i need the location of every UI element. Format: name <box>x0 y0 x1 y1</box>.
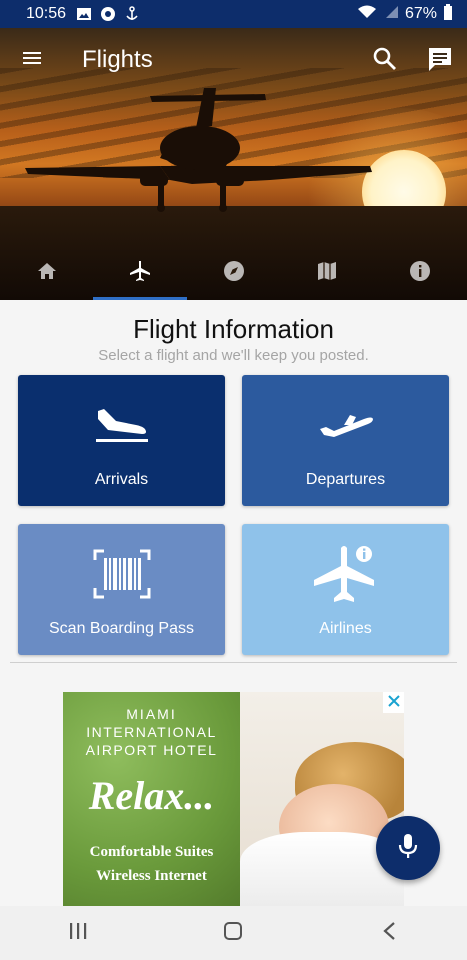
page-title: Flight Information <box>133 314 334 344</box>
page-subtitle: Select a flight and we'll keep you poste… <box>98 347 369 364</box>
tab-bar <box>0 246 467 300</box>
ad-line-4: Comfortable Suites <box>89 844 214 860</box>
arrivals-icon <box>18 395 225 455</box>
arrivals-label: Arrivals <box>94 471 149 488</box>
scan-boarding-pass-label: Scan Boarding Pass <box>49 620 194 637</box>
search-icon <box>372 47 398 76</box>
recents-icon <box>68 922 88 945</box>
system-nav-bar <box>0 906 467 960</box>
ad-line-1: MIAMI <box>126 706 177 722</box>
departures-icon <box>242 395 449 455</box>
home-system-button[interactable] <box>203 913 263 953</box>
map-icon <box>316 260 338 287</box>
chat-icon <box>426 48 454 77</box>
ad-line-3: AIRPORT HOTEL <box>85 742 218 758</box>
battery-icon <box>443 3 453 25</box>
tab-flights[interactable] <box>93 246 188 300</box>
ad-line-5: Wireless Internet <box>96 868 207 884</box>
back-icon <box>382 921 396 946</box>
departures-label: Departures <box>305 471 386 488</box>
scan-boarding-pass-card[interactable]: Scan Boarding Pass <box>18 524 225 655</box>
ad-tagline: Relax... <box>88 773 215 818</box>
divider <box>10 662 457 663</box>
airlines-label: Airlines <box>319 620 372 637</box>
image-icon <box>76 6 92 22</box>
signal-icon <box>383 4 399 25</box>
search-button[interactable] <box>372 46 398 72</box>
home-icon <box>36 260 58 287</box>
battery-level: 67% <box>404 5 437 22</box>
tab-info[interactable] <box>374 246 467 300</box>
departures-card[interactable]: Departures <box>242 375 449 506</box>
chrome-icon <box>100 6 116 22</box>
chat-button[interactable] <box>426 45 454 73</box>
back-button[interactable] <box>359 913 419 953</box>
home-button-icon <box>223 921 243 946</box>
ad-line-2: INTERNATIONAL <box>86 724 217 740</box>
airline-info-icon <box>242 544 449 604</box>
ad-banner[interactable]: MIAMI INTERNATIONAL AIRPORT HOTEL Relax.… <box>63 692 404 906</box>
tab-home[interactable] <box>0 246 93 300</box>
status-bar: 10:56 67% <box>0 0 467 28</box>
info-icon <box>409 260 431 287</box>
tab-map[interactable] <box>280 246 373 300</box>
compass-icon <box>223 260 245 287</box>
voice-search-button[interactable] <box>376 816 440 880</box>
microphone-icon <box>398 832 418 865</box>
recents-button[interactable] <box>48 913 108 953</box>
status-time: 10:56 <box>26 5 67 22</box>
wifi-icon <box>357 4 377 25</box>
airlines-card[interactable]: Airlines <box>242 524 449 655</box>
main-content: Flight Information Select a flight and w… <box>0 300 467 906</box>
arrivals-card[interactable]: Arrivals <box>18 375 225 506</box>
airplane-silhouette <box>25 88 372 212</box>
ad-close-button[interactable] <box>383 692 404 713</box>
menu-icon <box>22 50 42 71</box>
airplane-icon <box>128 259 152 288</box>
anchor-icon <box>124 6 140 22</box>
tab-explore[interactable] <box>187 246 280 300</box>
barcode-scan-icon <box>18 544 225 604</box>
close-icon <box>387 694 400 712</box>
app-title: Flights <box>82 46 153 73</box>
menu-button[interactable] <box>20 48 44 72</box>
